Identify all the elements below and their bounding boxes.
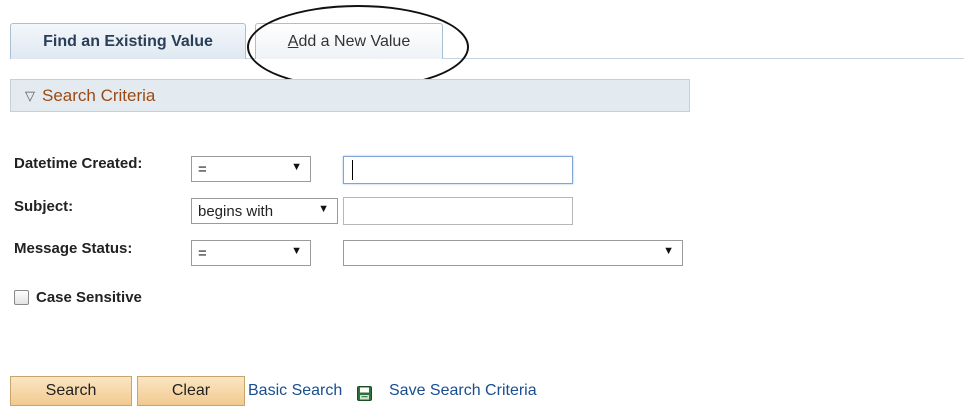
collapse-triangle-icon: ▽ [25,87,35,103]
datetime-created-operator-select[interactable]: = ▼ [191,156,311,182]
subject-operator-select[interactable]: begins with ▼ [191,198,338,224]
tab-add-new-value-label: Add a New Value [288,33,410,51]
save-icon[interactable] [357,386,372,401]
tab-find-existing-value[interactable]: Find an Existing Value [10,23,246,59]
datetime-created-input[interactable] [343,156,573,184]
subject-input[interactable] [343,197,573,225]
datetime-created-operator-value: = [198,160,207,178]
tab-find-existing-value-label: Find an Existing Value [43,32,213,50]
dropdown-arrow-icon: ▼ [291,245,302,257]
message-status-operator-value: = [198,244,207,262]
message-status-value-select[interactable]: ▼ [343,240,683,266]
case-sensitive-label: Case Sensitive [36,289,142,306]
subject-operator-value: begins with [198,202,274,220]
datetime-created-label: Datetime Created: [14,155,143,172]
tab-add-new-value[interactable]: Add a New Value [255,23,443,59]
tab-add-new-value-access-key: A [287,32,299,50]
message-status-operator-select[interactable]: = ▼ [191,240,311,266]
basic-search-link[interactable]: Basic Search [248,382,342,400]
search-criteria-header[interactable]: ▽ Search Criteria [10,79,690,112]
save-search-criteria-link[interactable]: Save Search Criteria [389,382,537,400]
search-button[interactable]: Search [10,376,132,406]
tab-add-new-value-label-rest: dd a New Value [298,32,411,50]
case-sensitive-checkbox[interactable] [14,290,29,305]
dropdown-arrow-icon: ▼ [291,161,302,173]
dropdown-arrow-icon: ▼ [663,245,674,257]
dropdown-arrow-icon: ▼ [318,203,329,215]
subject-label: Subject: [14,198,74,215]
clear-button[interactable]: Clear [137,376,245,406]
message-status-label: Message Status: [14,240,133,257]
text-cursor [352,160,353,180]
search-criteria-title: Search Criteria [42,85,156,105]
